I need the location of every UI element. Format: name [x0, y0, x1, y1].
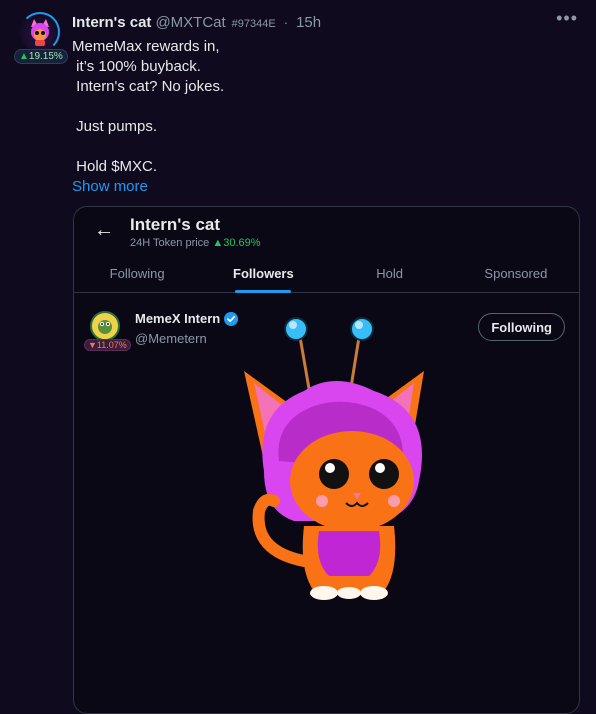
token-price-label: 24H Token price	[130, 237, 210, 249]
pepe-avatar-icon	[98, 320, 112, 334]
price-change-badge: ▲19.15%	[14, 49, 68, 64]
up-arrow-icon: ▲	[19, 51, 29, 62]
embedded-card[interactable]: ← Intern's cat 24H Token price ▲30.69% F…	[73, 206, 580, 714]
post-body: MemeMax rewards in, it’s 100% buyback. I…	[72, 38, 225, 175]
tab-sponsored[interactable]: Sponsored	[453, 259, 579, 292]
user-price-badge: ▼11.07%	[84, 339, 131, 351]
down-arrow-icon: ▼	[88, 340, 97, 350]
card-subtitle: 24H Token price ▲30.69%	[130, 237, 261, 249]
show-more-link[interactable]: Show more	[72, 178, 148, 195]
post: ▲19.15% Intern's cat @MXTCat #97344E · 1…	[0, 0, 596, 714]
more-horizontal-icon[interactable]: •••	[556, 8, 578, 29]
author-hash: #97344E	[231, 18, 276, 30]
card-header: ← Intern's cat 24H Token price ▲30.69%	[74, 207, 579, 257]
card-tabs: Following Followers Hold Sponsored	[74, 259, 579, 293]
author-handle[interactable]: @MXTCat	[155, 14, 225, 31]
tab-following[interactable]: Following	[74, 259, 200, 292]
user-name[interactable]: MemeX Intern	[135, 311, 239, 326]
user-avatar[interactable]	[90, 311, 120, 341]
cat-illustration	[244, 317, 424, 600]
up-arrow-icon: ▲	[212, 237, 224, 249]
post-header: Intern's cat @MXTCat #97344E · 15h •••	[72, 8, 578, 34]
author-name[interactable]: Intern's cat	[72, 14, 151, 31]
post-time[interactable]: 15h	[296, 14, 321, 31]
following-button[interactable]: Following	[478, 313, 565, 341]
separator-dot: ·	[283, 15, 289, 30]
author-avatar[interactable]	[20, 12, 60, 52]
user-price-value: 11.07%	[96, 340, 127, 350]
token-price-change: ▲30.69%	[212, 237, 260, 249]
back-arrow-icon[interactable]: ←	[94, 219, 114, 242]
tab-followers[interactable]: Followers	[200, 259, 326, 292]
user-name-text: MemeX Intern	[135, 311, 221, 326]
user-handle[interactable]: @Memetern	[135, 331, 207, 346]
card-title: Intern's cat	[130, 215, 221, 234]
cat-avatar-icon	[31, 19, 49, 46]
price-change-value: 19.15%	[28, 51, 63, 62]
token-price-value: 30.69%	[223, 237, 261, 249]
tab-hold[interactable]: Hold	[327, 259, 453, 292]
